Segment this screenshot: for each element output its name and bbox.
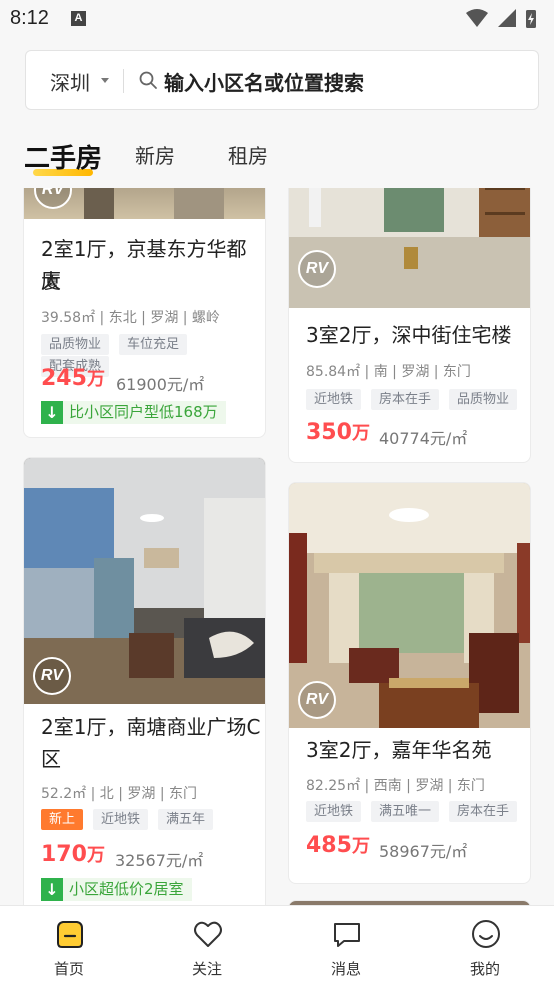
tag: 品质物业 (449, 389, 518, 410)
price-promo: ↓ 小区超低价2居室 (41, 878, 192, 901)
listing-title: 3室2厅，嘉年华名苑 (306, 738, 492, 762)
tab-new-homes[interactable]: 新房 (135, 140, 175, 169)
price-promo: ↓ 比小区同户型低168万 (41, 401, 226, 424)
tag-row: 品质物业 车位充足配套成熟 (41, 333, 265, 377)
listing-photo[interactable]: RV (289, 483, 530, 728)
caret-down-icon[interactable] (101, 78, 109, 83)
tag: 品质物业 (41, 334, 110, 355)
nav-home[interactable]: 首页 (0, 906, 138, 985)
total-price: 485万 (306, 833, 370, 858)
tag-row: 新上 近地铁 满五年 (41, 808, 223, 830)
listing-card[interactable]: RV 2室1厅，南塘商业广场C 区 52.2㎡ | 北 | 罗湖 | 东门 新上… (23, 457, 266, 905)
tag: 近地铁 (306, 389, 362, 410)
smiley-icon[interactable] (470, 918, 502, 950)
vr-badge-icon: RV (298, 681, 336, 719)
nav-favorites[interactable]: 关注 (138, 906, 276, 985)
listing-card[interactable]: RV 3室2厅，嘉年华名苑 82.25㎡ | 西南 | 罗湖 | 东门 近地铁满… (288, 482, 531, 884)
listing-card[interactable]: RV 2室1厅，京基东方华都大 厦 39.58㎡ | 东北 | 罗湖 | 螺岭 … (23, 188, 266, 438)
unit-price: 32567元/㎡ (115, 851, 204, 870)
total-price: 170万 (41, 842, 105, 867)
divider (123, 69, 124, 93)
listing-photo[interactable]: RV (24, 458, 265, 704)
nav-label: 关注 (191, 960, 222, 978)
total-price: 350万 (306, 420, 370, 445)
wifi-icon (466, 9, 488, 27)
unit-price: 58967元/㎡ (379, 842, 468, 861)
tag: 近地铁 (93, 809, 149, 830)
listing-title: 3室2厅，深中街住宅楼 (306, 323, 512, 347)
home-icon[interactable] (54, 918, 86, 950)
listing-feed[interactable]: RV 2室1厅，京基东方华都大 厦 39.58㎡ | 东北 | 罗湖 | 螺岭 … (0, 188, 554, 905)
tab-rentals[interactable]: 租房 (228, 140, 268, 169)
listing-photo[interactable]: RV (24, 188, 265, 219)
listing-meta: 85.84㎡ | 南 | 罗湖 | 东门 (306, 364, 471, 380)
listing-card[interactable]: RV 3室2厅，深中街住宅楼 85.84㎡ | 南 | 罗湖 | 东门 近地铁房… (288, 188, 531, 463)
listing-meta: 82.25㎡ | 西南 | 罗湖 | 东门 (306, 778, 485, 794)
listing-title-cont: 区 (41, 747, 61, 771)
search-input[interactable]: 输入小区名或位置搜索 (164, 67, 364, 96)
tag-new-badge: 新上 (41, 809, 84, 830)
nav-label: 消息 (330, 960, 361, 978)
tag-row: 近地铁 满五唯一 房本在手 (306, 800, 527, 822)
vr-badge-icon: RV (33, 657, 71, 695)
nav-label: 首页 (53, 960, 84, 978)
message-icon[interactable] (331, 918, 363, 950)
search-bar[interactable]: 深圳 输入小区名或位置搜索 (25, 50, 539, 110)
tag-row: 近地铁 房本在手 品质物业 (306, 388, 527, 410)
down-arrow-icon: ↓ (41, 878, 63, 901)
search-icon (139, 71, 157, 89)
nav-profile[interactable]: 我的 (416, 906, 554, 985)
heart-icon[interactable] (192, 918, 224, 950)
listing-meta: 39.58㎡ | 东北 | 罗湖 | 螺岭 (41, 310, 220, 326)
status-icons (466, 9, 536, 28)
listing-title-cont: 厦 (41, 269, 61, 293)
tag: 房本在手 (371, 389, 440, 410)
listing-photo[interactable]: RV (289, 188, 530, 308)
city-selector[interactable]: 深圳 (50, 67, 90, 96)
category-tabs: 二手房 新房 租房 (0, 130, 554, 180)
room-photo-art (289, 188, 530, 308)
status-time: 8:12 (10, 7, 49, 29)
listing-title: 2室1厅，南塘商业广场C (41, 715, 261, 739)
tab-second-hand[interactable]: 二手房 (24, 138, 102, 175)
vr-badge-icon: RV (298, 250, 336, 288)
nav-messages[interactable]: 消息 (277, 906, 415, 985)
total-price: 245万 (41, 366, 105, 391)
tag: 近地铁 (306, 801, 362, 822)
tag: 车位充足 (119, 334, 188, 355)
unit-price: 61900元/㎡ (116, 375, 205, 394)
nav-label: 我的 (469, 960, 500, 978)
notification-icon: A (71, 11, 86, 26)
signal-icon (498, 9, 516, 27)
tag: 房本在手 (449, 801, 518, 822)
unit-price: 40774元/㎡ (379, 429, 468, 448)
down-arrow-icon: ↓ (41, 401, 63, 424)
tag: 满五唯一 (371, 801, 440, 822)
bottom-nav: 首页 关注 消息 我的 (0, 905, 554, 985)
listing-title: 2室1厅，京基东方华都大 (41, 237, 247, 293)
listing-meta: 52.2㎡ | 北 | 罗湖 | 东门 (41, 786, 198, 802)
status-bar: 8:12 A (0, 0, 554, 36)
tag: 满五年 (158, 809, 214, 830)
